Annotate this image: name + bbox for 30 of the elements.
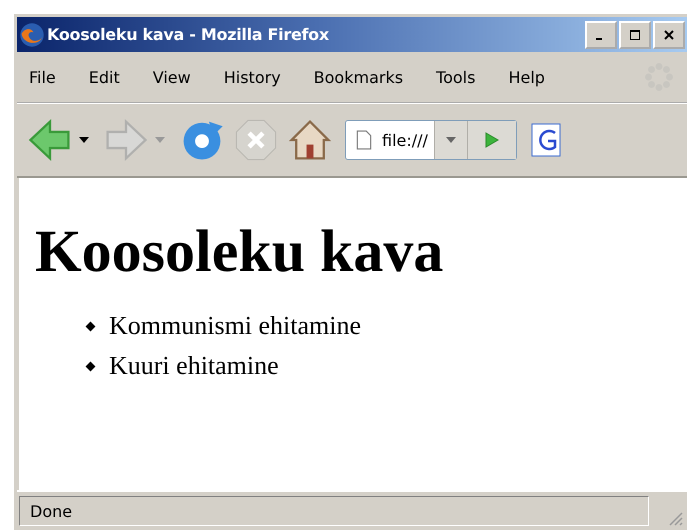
stop-icon[interactable] xyxy=(233,117,279,163)
close-icon xyxy=(663,28,675,40)
window-title: Koosoleku kava - Mozilla Firefox xyxy=(47,25,329,44)
dropdown-icon[interactable] xyxy=(79,137,89,143)
address-field[interactable]: file:/// xyxy=(345,120,517,160)
page-heading: Koosoleku kava xyxy=(35,218,444,284)
maximize-button[interactable] xyxy=(619,20,651,48)
menu-item[interactable]: Tools xyxy=(436,68,476,86)
firefox-icon xyxy=(19,22,45,48)
go-button[interactable] xyxy=(466,121,516,159)
page-icon xyxy=(356,130,372,150)
list-item: Kuuri ehitamine xyxy=(109,351,279,381)
menu-item[interactable]: History xyxy=(224,68,281,86)
menu-item[interactable]: Bookmarks xyxy=(314,68,404,86)
status-text: Done xyxy=(19,496,649,526)
dropdown-button[interactable] xyxy=(434,121,467,159)
maximize-icon xyxy=(629,28,641,40)
bullet-icon xyxy=(86,321,96,331)
menu-item[interactable]: Help xyxy=(508,68,545,86)
play-icon xyxy=(484,132,499,148)
caret-icon xyxy=(446,137,456,143)
menu-item[interactable]: View xyxy=(152,68,191,86)
menu-item[interactable]: Edit xyxy=(88,68,120,86)
close-button[interactable] xyxy=(653,20,685,48)
menu-item[interactable]: File xyxy=(29,68,56,86)
bullet-icon xyxy=(86,361,96,371)
minimize-icon xyxy=(596,38,602,40)
search-engine-icon[interactable] xyxy=(530,123,561,157)
list-item: Kommunismi ehitamine xyxy=(109,311,362,341)
resize-grip-icon[interactable] xyxy=(667,510,683,526)
